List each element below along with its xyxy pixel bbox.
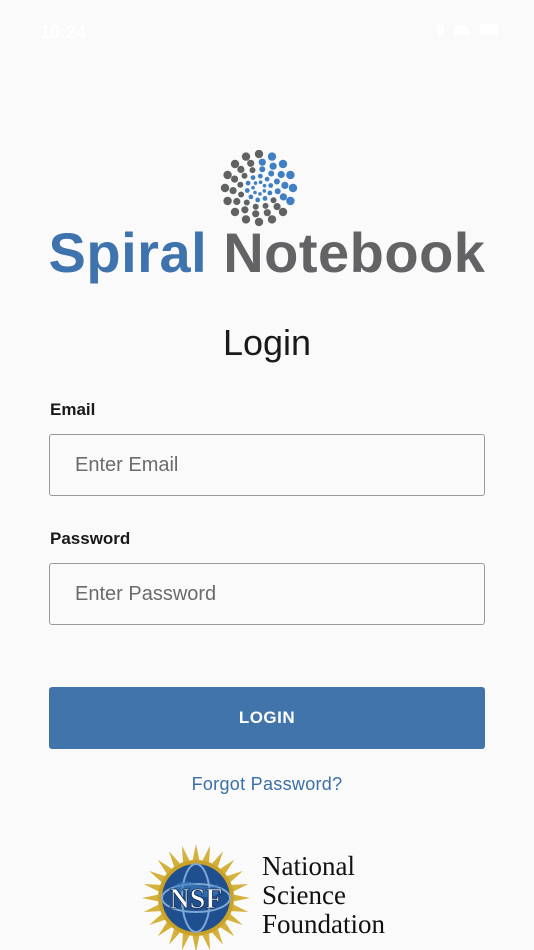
spiral-dot: [241, 206, 249, 214]
spiral-dot: [231, 175, 239, 183]
spiral-dot: [230, 207, 240, 217]
spiral-dot: [270, 197, 277, 204]
logo-word-spiral: Spiral: [48, 221, 208, 284]
spiral-dot: [268, 183, 274, 188]
spiral-dot: [253, 190, 257, 195]
spiral-dot: [249, 167, 256, 174]
spiral-dot: [223, 170, 232, 180]
nsf-line-3: Foundation: [262, 909, 386, 939]
spiral-dot: [244, 188, 250, 193]
spiral-dot: [258, 192, 262, 196]
email-label: Email: [50, 400, 96, 419]
spiral-dot: [286, 170, 295, 180]
spiral-dot: [269, 162, 277, 170]
forgot-password-link[interactable]: Forgot Password?: [0, 774, 534, 795]
spiral-dot: [223, 196, 232, 206]
spiral-dot: [286, 196, 295, 206]
status-time: 10:24: [40, 22, 87, 42]
spiral-dot: [241, 172, 248, 179]
spiral-dot: [253, 181, 258, 185]
nsf-ray: [192, 844, 200, 861]
spiral-dot: [277, 170, 285, 179]
status-bar: 10:24: [0, 0, 534, 64]
nsf-ray: [182, 933, 190, 950]
password-label: Password: [50, 529, 131, 548]
app-logo-text: Spiral Notebook: [0, 220, 534, 285]
spiral-dot: [278, 207, 288, 217]
nsf-ray: [182, 845, 190, 863]
logo-word-notebook: Notebook: [223, 221, 486, 284]
page-title: Login: [222, 322, 312, 363]
spiral-dot: [259, 166, 266, 173]
spiral-dot: [237, 181, 244, 188]
spiral-dot: [274, 188, 281, 195]
spiral-dot: [262, 202, 269, 209]
spiral-dot: [250, 175, 256, 180]
spiral-dot: [258, 158, 266, 166]
nsf-logo-text: NSF: [170, 884, 223, 915]
spiral-dot: [267, 190, 273, 196]
spiral-dot: [279, 193, 287, 201]
spiral-dot: [251, 185, 255, 190]
spiral-dot: [238, 191, 245, 198]
spiral-dot: [263, 209, 271, 217]
nsf-org-name: National Science Foundation: [262, 852, 385, 939]
nsf-ray: [143, 884, 161, 892]
nsf-ray: [142, 894, 159, 902]
nsf-ray: [231, 904, 249, 912]
status-icons: [438, 24, 498, 35]
spiral-dot: [247, 159, 255, 167]
nsf-ray: [202, 845, 210, 863]
login-button[interactable]: LOGIN: [49, 687, 485, 749]
spiral-dot: [248, 194, 254, 200]
spiral-dot: [273, 178, 280, 185]
nsf-ray: [231, 884, 249, 892]
nsf-logo-icon: NSF: [142, 844, 250, 950]
spiral-dot: [262, 189, 267, 193]
nsf-ray: [192, 935, 200, 950]
nsf-line-2: Science: [262, 880, 346, 910]
spiral-logo-icon: [220, 150, 298, 227]
spiral-dot: [268, 170, 275, 177]
spiral-dot: [237, 165, 245, 173]
spiral-dot: [267, 152, 277, 161]
nsf-line-1: National: [262, 851, 355, 881]
spiral-dot: [254, 150, 264, 159]
signal-icon: [438, 24, 444, 35]
spiral-dot: [229, 187, 237, 195]
nsf-ray: [233, 894, 250, 902]
spiral-dot: [252, 203, 259, 210]
spiral-dot: [281, 181, 289, 189]
wifi-icon: [454, 24, 470, 35]
battery-icon: [480, 24, 498, 35]
spiral-dot: [252, 210, 260, 218]
spiral-dot: [220, 183, 230, 193]
spiral-dot: [233, 197, 241, 206]
spiral-dot: [243, 199, 250, 206]
nsf-ray: [202, 933, 210, 950]
spiral-dot: [258, 180, 263, 184]
spiral-dot: [257, 173, 263, 179]
password-field[interactable]: [49, 563, 485, 625]
spiral-dot: [264, 176, 270, 182]
spiral-dot: [273, 203, 281, 211]
spiral-dot: [262, 183, 267, 188]
nsf-ray: [143, 904, 161, 912]
spiral-dot: [262, 196, 268, 201]
spiral-dot: [241, 152, 251, 161]
spiral-dot: [255, 197, 261, 203]
spiral-dot: [278, 159, 288, 169]
spiral-dot: [245, 180, 251, 186]
spiral-dot: [230, 159, 240, 169]
email-field[interactable]: [49, 434, 485, 496]
spiral-dot: [288, 183, 298, 193]
